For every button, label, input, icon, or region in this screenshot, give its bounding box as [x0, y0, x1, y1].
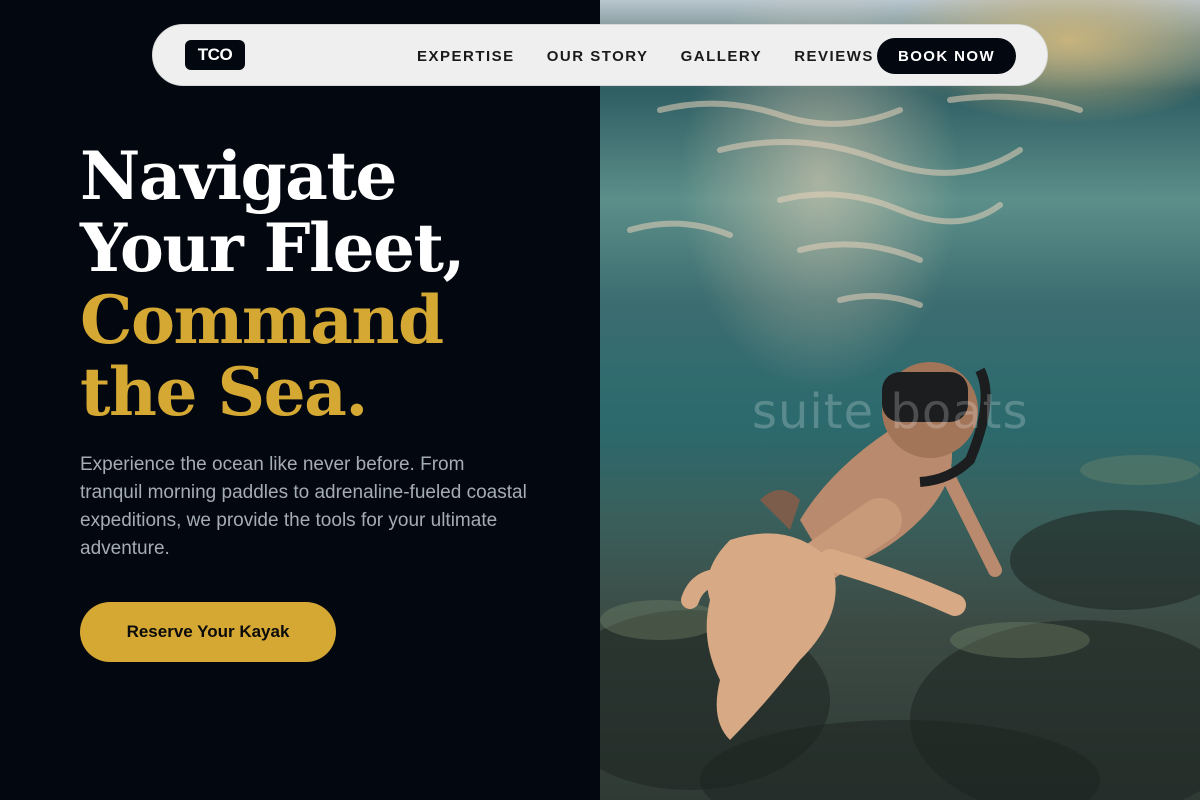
nav-link-gallery[interactable]: GALLERY: [681, 48, 763, 65]
hero-title-line-4: the Sea.: [80, 353, 368, 431]
nav-link-reviews[interactable]: REVIEWS: [794, 48, 874, 65]
top-navigation-bar: TCO EXPERTISE OUR STORY GALLERY REVIEWS …: [152, 24, 1048, 86]
image-watermark: suite boats: [752, 384, 1029, 440]
hero-description: Experience the ocean like never before. …: [80, 454, 527, 559]
nav-link-expertise[interactable]: EXPERTISE: [417, 48, 515, 65]
nav-links: EXPERTISE OUR STORY GALLERY REVIEWS: [417, 25, 874, 87]
hero-title-line-3: Command: [80, 281, 444, 359]
brand-logo[interactable]: TCO: [185, 40, 245, 70]
book-now-button[interactable]: BOOK NOW: [877, 38, 1016, 74]
hero-title-line-1: Navigate: [80, 137, 397, 215]
nav-link-our-story[interactable]: OUR STORY: [547, 48, 649, 65]
hero-title: Navigate Your Fleet, Command the Sea.: [80, 137, 466, 431]
reserve-kayak-button[interactable]: Reserve Your Kayak: [80, 602, 336, 662]
hero-title-line-2: Your Fleet,: [80, 209, 466, 287]
